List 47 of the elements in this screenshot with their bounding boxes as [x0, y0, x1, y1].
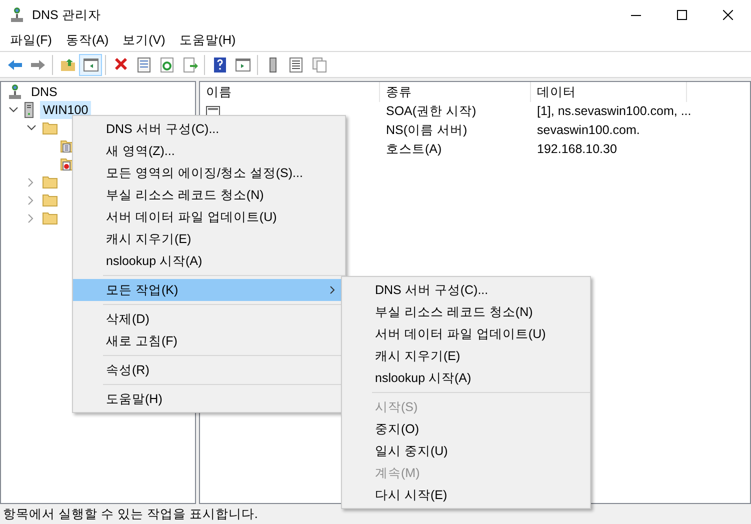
folder-icon — [42, 211, 58, 225]
menu-item[interactable]: 중지(O) — [342, 418, 590, 440]
menu-item[interactable]: 캐시 지우기(E) — [342, 345, 590, 367]
menu-item[interactable]: 서버 데이터 파일 업데이트(U) — [342, 323, 590, 345]
menu-bar-item[interactable]: 동작(A) — [60, 31, 115, 50]
network-icon — [8, 84, 22, 100]
collapse-chevron-icon[interactable] — [26, 125, 36, 131]
table-cell-text: 호스트(A) — [385, 141, 443, 158]
table-cell-text: NS(이름 서버) — [385, 122, 468, 140]
menu-item[interactable]: 일시 중지(U) — [342, 440, 590, 462]
tree-item[interactable]: DNS — [28, 83, 60, 101]
menu-item[interactable]: 삭제(D) — [73, 308, 345, 330]
network-icon — [10, 7, 24, 23]
table-cell-text: SOA(권한 시작) — [385, 103, 478, 120]
menu-item[interactable]: DNS 서버 구성(C)... — [73, 118, 345, 140]
menu-item[interactable]: 서버 데이터 파일 업데이트(U) — [73, 206, 345, 228]
menu-item[interactable]: 캐시 지우기(E) — [73, 228, 345, 250]
column-header[interactable]: 데이터 — [531, 82, 687, 102]
close-icon — [723, 10, 733, 20]
menu-item[interactable]: 다시 시작(E) — [342, 484, 590, 506]
menu-item[interactable]: 새 영역(Z)... — [73, 140, 345, 162]
menu-item[interactable]: DNS 서버 구성(C)... — [342, 279, 590, 301]
column-header[interactable]: 종류 — [380, 82, 531, 102]
maximize-icon — [677, 10, 687, 20]
table-cell-text: sevaswin100.com. — [536, 122, 641, 140]
menu-bar-item[interactable]: 파일(F) — [4, 31, 58, 50]
column-header[interactable]: 이름 — [200, 82, 380, 102]
folder-icon — [42, 193, 58, 207]
menu-item[interactable]: 속성(R) — [73, 359, 345, 381]
status-bar-text: 항목에서 실행할 수 있는 작업을 표시합니다. — [2, 506, 258, 523]
menu-item[interactable]: nslookup 시작(A) — [73, 250, 345, 272]
window-title: DNS 관리자 — [32, 6, 101, 24]
menu-item[interactable]: 도움말(H) — [73, 388, 345, 410]
menu-bar-item[interactable]: 보기(V) — [116, 31, 172, 50]
table-cell-text: 192.168.10.30 — [536, 141, 618, 158]
server-icon — [24, 102, 34, 118]
menu-item[interactable]: 새로 고침(F) — [73, 330, 345, 352]
menu-item[interactable]: nslookup 시작(A) — [342, 367, 590, 389]
menu-item[interactable]: 부실 리소스 레코드 청소(N) — [73, 184, 345, 206]
collapse-chevron-icon[interactable] — [8, 107, 18, 113]
menu-item[interactable]: 부실 리소스 레코드 청소(N) — [342, 301, 590, 323]
menu-bar-item[interactable]: 도움말(H) — [173, 31, 242, 50]
pane-toggle-icon[interactable] — [79, 54, 102, 76]
menu-item[interactable]: 모든 영역의 에이징/청소 설정(S)... — [73, 162, 345, 184]
tree-item[interactable]: WIN100 — [40, 101, 92, 119]
folder-icon — [42, 121, 58, 135]
folder-icon — [42, 175, 58, 189]
